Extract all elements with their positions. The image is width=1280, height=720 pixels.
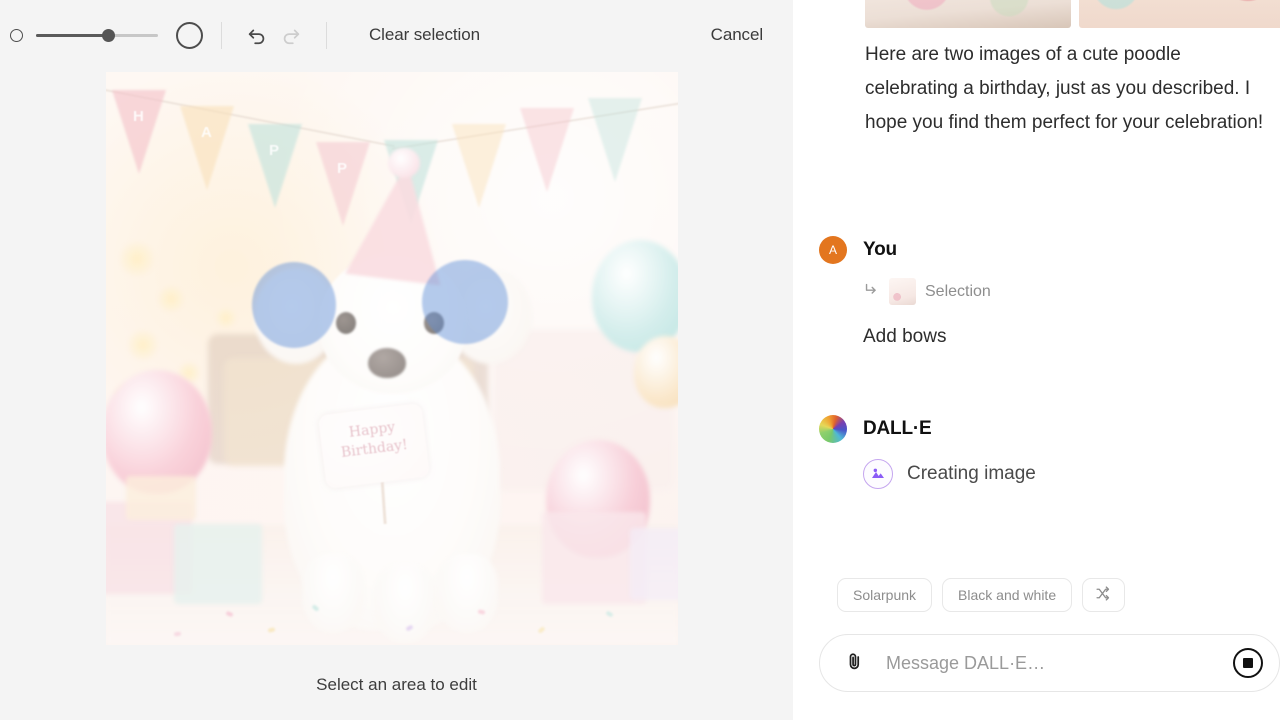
- bunting-flag: [520, 108, 574, 192]
- undo-arrow-icon: [246, 24, 268, 46]
- assistant-message-header: DALL·E: [793, 415, 1280, 443]
- large-brush-circle-icon[interactable]: [176, 22, 203, 49]
- selection-attachment[interactable]: Selection: [863, 278, 1280, 305]
- party-hat-pompom: [388, 148, 420, 178]
- editor-toolbar: Clear selection Cancel: [0, 0, 793, 70]
- bunting-flag: [112, 90, 166, 174]
- birthday-sign: Happy Birthday!: [318, 403, 430, 489]
- gift-box: [174, 524, 262, 604]
- bunting-flag: [452, 124, 506, 208]
- avatar-initial: A: [829, 243, 837, 257]
- bunting-flag: [248, 124, 302, 208]
- suggestion-chips: Solarpunk Black and white: [837, 578, 1125, 612]
- selection-mask-blob[interactable]: [252, 262, 336, 348]
- message-input[interactable]: [886, 653, 1233, 674]
- bunting-letter: A: [201, 124, 212, 141]
- poodle-leg: [436, 554, 498, 632]
- selection-thumbnail[interactable]: [889, 278, 916, 305]
- assistant-message: DALL·E Creating image: [793, 415, 1280, 489]
- generated-poodle-image: H A P P Y: [106, 72, 678, 645]
- image-editor-pane: Clear selection Cancel: [0, 0, 793, 720]
- image-mountain-icon: [863, 459, 893, 489]
- bunting-flag: [588, 98, 642, 182]
- gift-box: [126, 476, 196, 520]
- avatar: A: [819, 236, 847, 264]
- message-author: You: [863, 239, 897, 261]
- user-message-body: Selection Add bows: [793, 278, 1280, 348]
- stop-generating-button[interactable]: [1233, 648, 1263, 678]
- clear-selection-button[interactable]: Clear selection: [361, 19, 488, 51]
- reply-arrow-icon: [863, 281, 880, 303]
- poodle-leg: [302, 554, 364, 632]
- selection-label: Selection: [925, 283, 991, 301]
- bokeh-light: [216, 308, 236, 328]
- dalle-image-editor-app: Clear selection Cancel: [0, 0, 1280, 720]
- bokeh-light: [120, 242, 154, 276]
- assistant-message-body: Creating image: [793, 459, 1280, 489]
- gift-box: [630, 528, 678, 600]
- user-message-header: A You: [793, 236, 1280, 264]
- assistant-message-text: Here are two images of a cute poodle cel…: [865, 38, 1275, 140]
- small-brush-circle-icon[interactable]: [10, 29, 23, 42]
- user-message-text: Add bows: [863, 326, 1280, 348]
- dalle-color-wheel-icon: [819, 415, 847, 443]
- user-message: A You Selection Add bows: [793, 236, 1280, 348]
- message-composer[interactable]: [819, 634, 1280, 692]
- poodle-eye-left: [336, 312, 356, 334]
- redo-arrow-icon: [280, 24, 302, 46]
- bokeh-light: [128, 330, 158, 360]
- message-author: DALL·E: [863, 418, 931, 440]
- shuffle-icon: [1095, 585, 1112, 605]
- generated-image-thumbnail-2[interactable]: [1079, 0, 1280, 28]
- poodle-nose: [368, 348, 406, 378]
- cancel-button[interactable]: Cancel: [703, 19, 771, 51]
- editor-canvas-area: H A P P Y: [0, 70, 793, 720]
- generated-image-thumbnail-1[interactable]: [865, 0, 1071, 28]
- slider-fill: [36, 34, 108, 37]
- suggestion-chip-solarpunk[interactable]: Solarpunk: [837, 578, 932, 612]
- brush-size-control[interactable]: [10, 22, 203, 49]
- assistant-image-thumbnails: [865, 0, 1280, 28]
- sign-text: Happy Birthday!: [319, 415, 427, 465]
- bunting-letter: H: [133, 108, 144, 125]
- undo-button[interactable]: [240, 18, 274, 52]
- attach-file-button[interactable]: [838, 646, 872, 680]
- bokeh-light: [158, 286, 184, 312]
- bunting-flag: [180, 106, 234, 190]
- canvas-caption: Select an area to edit: [0, 675, 793, 695]
- stop-button-icon: [1243, 658, 1253, 668]
- brush-size-slider[interactable]: [36, 28, 158, 42]
- bunting-letter: P: [269, 142, 279, 159]
- poodle-leg: [374, 564, 436, 642]
- paperclip-icon: [844, 651, 866, 676]
- toolbar-divider-2: [326, 22, 327, 49]
- edited-image-canvas[interactable]: H A P P Y: [106, 72, 678, 645]
- chat-pane: Here are two images of a cute poodle cel…: [793, 0, 1280, 720]
- bunting-letter: P: [337, 160, 347, 177]
- slider-thumb[interactable]: [102, 29, 115, 42]
- suggestion-chip-black-and-white[interactable]: Black and white: [942, 578, 1072, 612]
- selection-mask-blob[interactable]: [422, 260, 508, 344]
- creating-image-label: Creating image: [907, 463, 1036, 485]
- redo-button[interactable]: [274, 18, 308, 52]
- toolbar-divider-1: [221, 22, 222, 49]
- creating-image-status: Creating image: [863, 459, 1280, 489]
- shuffle-suggestions-button[interactable]: [1082, 578, 1125, 612]
